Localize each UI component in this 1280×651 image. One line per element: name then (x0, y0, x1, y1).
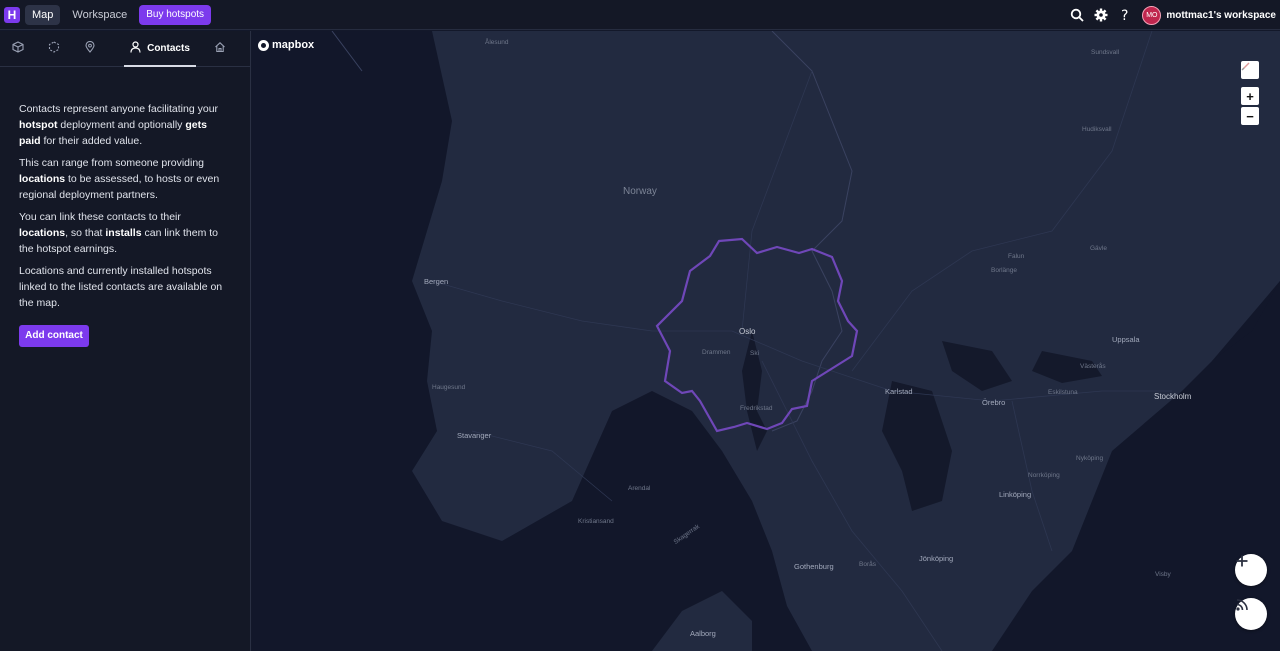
map-label-vasteras: Västerås (1080, 363, 1106, 370)
tab-hotspots[interactable] (0, 31, 36, 67)
nav-map[interactable]: Map (25, 4, 61, 25)
gear-icon[interactable] (1092, 6, 1110, 24)
map-label-karlstad: Karlstad (885, 387, 913, 396)
buy-hotspots-button[interactable]: Buy hotspots (139, 4, 212, 25)
map-label-falun: Falun (1008, 253, 1025, 260)
tab-home[interactable] (202, 31, 238, 67)
map-label-ski: Ski (750, 350, 760, 357)
app-logo[interactable]: H (4, 6, 20, 23)
tab-regions[interactable] (36, 31, 72, 67)
hex-dashed-icon (48, 40, 60, 58)
intro-paragraph-1: Contacts represent anyone facilitating y… (19, 103, 219, 147)
intro-paragraph-3: You can link these contacts to their loc… (19, 211, 219, 255)
map-label-stockholm: Stockholm (1154, 392, 1192, 401)
avatar[interactable]: MO (1142, 5, 1162, 25)
feed-fab-button[interactable] (1235, 598, 1267, 630)
location-pin-icon (84, 40, 96, 58)
map-label-boras: Borås (859, 561, 876, 568)
search-icon[interactable] (1068, 6, 1086, 24)
contacts-intro: Contacts represent anyone facilitating y… (0, 67, 250, 347)
mapbox-mark-icon (258, 39, 269, 51)
compass-icon (1241, 62, 1250, 71)
map-label-borlange: Borlänge (991, 267, 1018, 274)
map-label-orebro: Örebro (982, 398, 1006, 407)
tab-contacts-label: Contacts (147, 42, 190, 54)
sidebar-tabs: Contacts (0, 31, 250, 67)
map-label-aalborg: Aalborg (690, 629, 716, 638)
map-label-norway: Norway (623, 186, 657, 197)
intro-paragraph-4: Locations and currently installed hotspo… (19, 265, 223, 309)
map-label-alesund: Ålesund (485, 39, 509, 46)
workspace-name[interactable]: mottmac1's workspace (1166, 10, 1276, 21)
svg-text:?: ? (1121, 8, 1128, 22)
rss-icon (1236, 599, 1248, 611)
map-label-oslo: Oslo (739, 327, 756, 336)
mapbox-logo: mapbox (258, 39, 314, 51)
map-label-sundsvall: Sundsvall (1091, 49, 1120, 56)
map-label-fredrikstad: Fredrikstad (740, 405, 773, 412)
person-icon (130, 40, 141, 56)
add-fab-button[interactable] (1235, 554, 1267, 586)
intro-paragraph-2: This can range from someone providing lo… (19, 157, 220, 201)
cube-icon (12, 40, 24, 58)
map-canvas[interactable]: mapbox Norway Ålesund Sundsvall Hudiksva… (252, 31, 1280, 651)
map-label-visby: Visby (1155, 571, 1171, 578)
compass-button[interactable] (1241, 61, 1259, 79)
app-root: H Map Workspace Buy hotspots ? MO mottma… (0, 0, 1280, 651)
add-contact-button[interactable]: Add contact (19, 325, 89, 347)
map-label-drammen: Drammen (702, 349, 731, 356)
map-label-nykoping: Nyköping (1076, 455, 1104, 462)
help-icon[interactable]: ? (1116, 6, 1134, 24)
map-label-hudiksvall: Hudiksvall (1082, 126, 1112, 133)
map-label-gothenburg: Gothenburg (794, 562, 834, 571)
tab-locations[interactable] (72, 31, 108, 67)
map-label-jonkoping: Jönköping (919, 554, 954, 563)
map-label-gavle: Gävle (1090, 245, 1107, 252)
top-right-controls: ? MO mottmac1's workspace (1062, 0, 1276, 30)
map-label-bergen: Bergen (424, 277, 449, 286)
map-label-kristiansand: Kristiansand (578, 518, 614, 525)
map-label-arendal: Arendal (628, 485, 651, 492)
nav-workspace[interactable]: Workspace (65, 5, 134, 25)
plus-icon (1236, 555, 1248, 567)
zoom-out-button[interactable]: − (1241, 107, 1259, 125)
map-label-haugesund: Haugesund (432, 384, 466, 391)
top-bar: H Map Workspace Buy hotspots ? MO mottma… (0, 0, 1280, 30)
home-icon (214, 40, 226, 58)
tab-contacts[interactable]: Contacts (124, 31, 196, 67)
map-label-stavanger: Stavanger (457, 431, 492, 440)
zoom-in-button[interactable]: + (1241, 87, 1259, 105)
sidebar: Contacts Contacts represent anyone facil… (0, 31, 251, 651)
map-label-uppsala: Uppsala (1112, 335, 1140, 344)
map-label-eskilstuna: Eskilstuna (1048, 389, 1078, 396)
map-label-norrkoping: Norrköping (1028, 472, 1060, 479)
map-label-linkoping: Linköping (999, 490, 1032, 499)
